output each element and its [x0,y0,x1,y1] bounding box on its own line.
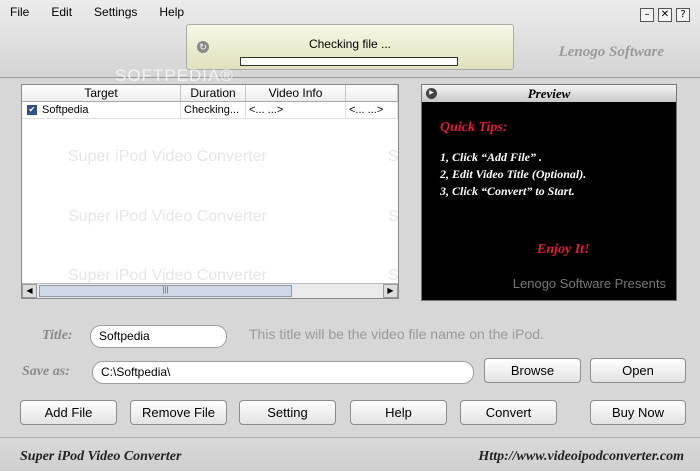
footer-app-name: Super iPod Video Converter [20,449,182,464]
menu-settings[interactable]: Settings [94,5,137,19]
presents-text: Lenogo Software Presents [512,276,666,291]
column-video-info[interactable]: Video Info [246,85,346,101]
cell-target: ✔ Softpedia [22,102,181,118]
convert-button[interactable]: Convert [460,400,557,425]
menu-bar: File Edit Settings Help [10,5,206,19]
scroll-left-button[interactable]: ◀ [22,284,37,298]
cell-extra: <... ...> [346,102,398,118]
list-watermark: Super iPod Video Converter [68,208,267,225]
buy-now-button[interactable]: Buy Now [590,400,686,425]
cell-duration: Checking... [181,102,246,118]
target-name: Softpedia [42,104,89,116]
enjoy-text: Enjoy It! [537,242,590,257]
row-checkbox[interactable]: ✔ [27,105,37,115]
browse-button[interactable]: Browse [484,358,581,383]
softpedia-watermark: SOFTPEDIA® [115,66,234,85]
list-watermark-right: S [388,148,399,165]
quick-tips-title: Quick Tips: [440,120,508,135]
list-header: Target Duration Video Info [22,85,398,102]
setting-button[interactable]: Setting [239,400,336,425]
preview-title: Preview [527,86,571,101]
menu-edit[interactable]: Edit [51,5,72,19]
tip-3: 3, Click “Convert” to Start. [440,184,575,198]
open-button[interactable]: Open [590,358,686,383]
table-row[interactable]: ✔ Softpedia Checking... <... ...> <... .… [22,102,398,119]
cell-video-info: <... ...> [246,102,346,118]
brand-label: Lenogo Software [558,44,664,60]
scroll-thumb[interactable]: ||| [39,285,292,297]
add-file-button[interactable]: Add File [20,400,117,425]
scroll-right-button[interactable]: ▶ [383,284,398,298]
minimize-button[interactable]: – [640,8,654,22]
close-button[interactable]: ✕ [658,8,672,22]
title-label: Title: [42,328,73,343]
footer-url[interactable]: Http://www.videoipodconverter.com [478,449,684,465]
saveas-label: Save as: [22,364,70,379]
window-controls: – ✕ ? [640,8,690,22]
file-list[interactable]: Target Duration Video Info ✔ Softpedia C… [21,84,399,299]
title-hint: This title will be the video file name o… [249,326,544,342]
remove-file-button[interactable]: Remove File [130,400,227,425]
tip-1: 1, Click “Add File” . [440,150,542,164]
list-watermark: Super iPod Video Converter [68,148,267,165]
menu-help[interactable]: Help [159,5,184,19]
help-button-main[interactable]: Help [350,400,447,425]
column-extra[interactable] [346,85,398,101]
status-panel: ↻ Checking file ... [186,24,514,70]
footer: Super iPod Video Converter Http://www.vi… [0,437,700,471]
preview-panel: ▶ Preview Quick Tips: 1, Click “Add File… [421,84,677,301]
top-bar: File Edit Settings Help – ✕ ? ↻ Checking… [0,0,700,85]
menu-file[interactable]: File [10,5,29,19]
horizontal-scrollbar[interactable]: ◀ ||| ▶ [22,283,398,298]
preview-header: ▶ Preview [422,85,676,102]
list-watermark-right: S [388,208,399,225]
status-text: Checking file ... [308,37,392,51]
column-target[interactable]: Target [22,85,181,101]
progress-bar [240,57,458,66]
tip-2: 2, Edit Video Title (Optional). [440,167,587,181]
help-button[interactable]: ? [676,8,690,22]
title-input[interactable]: Softpedia [90,325,227,348]
column-duration[interactable]: Duration [181,85,246,101]
play-icon[interactable]: ▶ [426,88,437,99]
saveas-input[interactable]: C:\Softpedia\ [92,361,474,384]
